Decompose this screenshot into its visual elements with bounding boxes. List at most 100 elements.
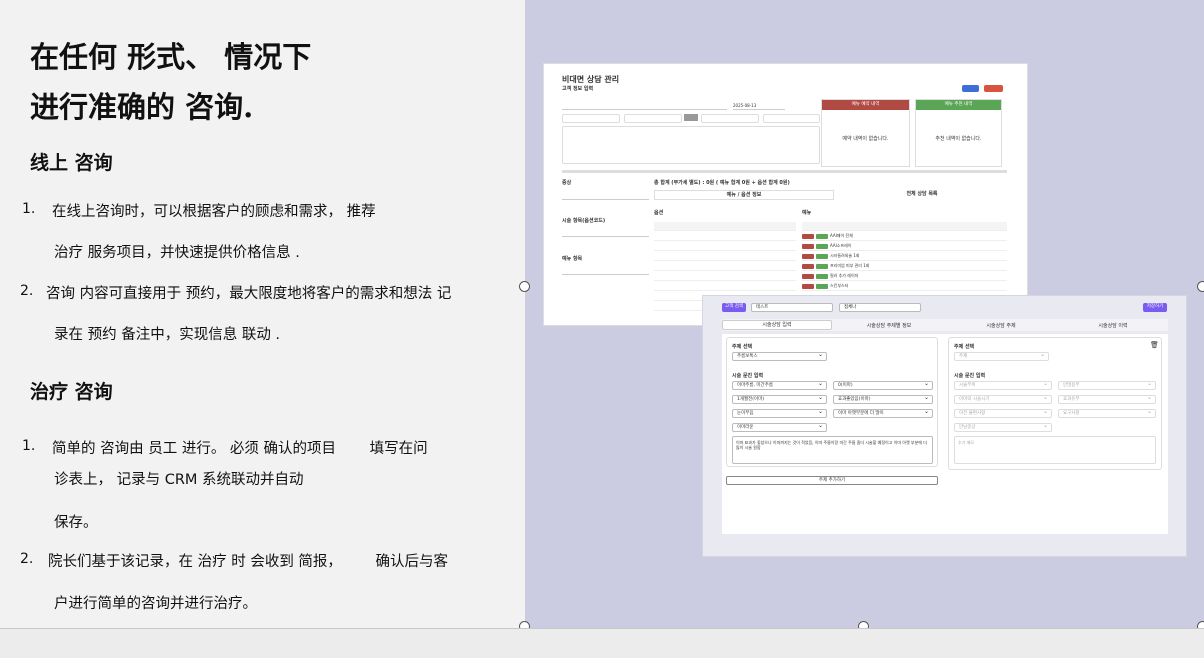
subject-label: 주제 선택 [954,344,975,350]
list-item-text: 户进行简单的咨询并进行治疗。 [54,596,257,612]
row-label: 스킨부스터 [830,283,849,288]
table-row[interactable] [654,232,796,241]
recommend-pill[interactable] [816,233,828,239]
recommend-empty-text: 추천 내역이 없습니다. [935,136,982,142]
tab-bar: 시술상담 입력 시술상담 주제별 정보 시술상담 주제 시술상담 이력 [722,319,1168,331]
question-select[interactable]: 만남증상 [954,422,1052,432]
consult-management-screenshot[interactable]: 비대면 상담 관리 고객 정보 입력 2025-08-13 예뉴 예약 내역 예… [543,63,1028,326]
tab-topic-info[interactable]: 시술상담 주제별 정보 [834,322,944,329]
subject-select[interactable]: 주름보톡스 [732,351,827,361]
input-field[interactable] [562,114,620,123]
divider [562,170,1007,173]
input-field[interactable] [763,114,820,123]
list-item-text: 咨询 内容可直接用于 预约，最大限度地将客户的需求和想法 记 [46,286,452,302]
save-button[interactable] [962,85,979,92]
subject-select[interactable]: 주제 [954,351,1049,361]
table-row[interactable]: 시러들려외술 1회 [802,252,1007,261]
memo-textarea[interactable]: 이마 표과가 좋았으나 이마까지는 것이 적었음, 이마 주름이랑 미간 주름 … [732,436,933,464]
question-select[interactable]: 0(이마) [833,380,933,390]
memo-field[interactable] [562,126,820,164]
total-summary: 총 합계 (부가세 별도) : 0원 ( 예뉴 합계 0원 + 옵션 합계 0원… [654,180,790,186]
table-row[interactable]: 프리미엄 피부 관리 1회 [802,262,1007,271]
content-panel: 주제 선택 주름보톡스 시술 문진 입력 이마주름, 미간주름 0(이마) 1개… [722,334,1168,534]
question-select[interactable]: 이마주름, 미간주름 [732,380,827,390]
row-label: AAI소프레이 [830,243,852,248]
recommend-pill[interactable] [816,243,828,249]
list-item-text: 院长们基于该记录，在 治疗 时 会收到 简报， 确认后与客 [48,554,449,570]
resize-handle[interactable] [519,281,530,292]
table-row[interactable] [654,272,796,281]
consult-input-screenshot[interactable]: 고객 검색 테스트 접체나 저장하기 시술상담 입력 시술상담 주제별 정보 시… [702,295,1187,557]
recommend-pill[interactable] [816,263,828,269]
reserve-pill[interactable] [802,253,814,259]
question-select[interactable]: 이전 불편사항 [954,408,1052,418]
section-online-consult: 线上 咨询 [30,152,113,174]
question-select[interactable]: 시술부위 [954,380,1052,390]
tab-consult-input[interactable]: 시술상담 입력 [722,320,832,330]
add-topic-button[interactable]: 주제 추가하기 [726,476,938,485]
reserve-pill[interactable] [802,243,814,249]
table-row[interactable] [654,282,796,291]
recommend-pill[interactable] [816,283,828,289]
section-treatment-consult: 治疗 咨询 [30,381,113,403]
question-select[interactable]: 1개월전(이마) [732,394,827,404]
reserve-empty-text: 예약 내역이 없습니다. [842,136,889,142]
reserve-pill[interactable] [802,233,814,239]
input-field[interactable] [624,114,682,123]
customer-search-button[interactable]: 고객 검색 [722,303,746,312]
question-label: 시술 문진 입력 [954,373,986,379]
memo-textarea[interactable]: 추가 메모 [954,436,1156,464]
tab-all-consults[interactable]: 전체 상담 목록 [837,190,1007,200]
list-number: 1. [22,201,36,217]
reserve-card: 예뉴 예약 내역 예약 내역이 없습니다. [821,99,910,167]
reserve-pill[interactable] [802,273,814,279]
tab-topic[interactable]: 시술상담 주제 [946,322,1056,329]
trash-icon[interactable]: 🗑 [1150,341,1159,349]
reserve-pill[interactable] [802,263,814,269]
table-row[interactable] [654,262,796,271]
save-button[interactable]: 저장하기 [1143,303,1167,312]
question-select[interactable]: 만많용부 [1058,380,1156,390]
list-number: 2. [20,551,34,567]
menu-select[interactable] [562,267,649,275]
list-number: 1. [22,438,36,454]
manager-select[interactable]: 접체나 [839,303,921,312]
table-row[interactable]: AAI페이 전체 [802,232,1007,241]
recommend-pill[interactable] [816,253,828,259]
tab-history[interactable]: 시술상담 이력 [1058,322,1168,329]
question-select[interactable]: 요구사항 [1058,408,1156,418]
customer-input[interactable]: 테스트 [751,303,833,312]
screen-subtitle: 고객 정보 입력 [562,86,594,92]
date-field[interactable]: 2025-08-13 [733,102,785,110]
recommend-pill[interactable] [816,273,828,279]
reserve-card-header: 예뉴 예약 내역 [822,100,909,110]
delete-button[interactable] [984,85,1003,92]
question-select[interactable]: 효과유무 [1058,394,1156,404]
table-row[interactable]: 필러 추가 레이저 [802,272,1007,281]
table-row[interactable] [654,242,796,251]
reserve-pill[interactable] [802,283,814,289]
side-label: 시술 항목(옵션코드) [562,218,606,224]
input-field[interactable] [701,114,759,123]
resize-handle[interactable] [1197,281,1204,292]
list-item-text: 保存。 [54,515,98,531]
question-select[interactable]: 효과좋았음(이마) [833,394,933,404]
table-row[interactable]: 스킨부스터 [802,282,1007,291]
recommend-card-header: 예뉴 추천 내역 [916,100,1001,110]
symptom-select[interactable] [562,192,649,200]
tab-menu-info[interactable]: 예뉴 / 옵션 정보 [654,190,834,200]
screen-title: 비대면 상담 관리 [562,75,620,84]
table-row[interactable]: AAI소프레이 [802,242,1007,251]
menu-table-title: 예뉴 [802,210,812,216]
question-select[interactable]: 이마 아랫부분에 더 많이 [833,408,933,418]
side-label: 예뉴 항목 [562,256,583,262]
title-line-1: 在任何 形式、 情况下 [30,40,312,74]
table-row[interactable] [654,252,796,261]
question-select[interactable]: 이마라운 [732,422,827,432]
list-item-text: 治疗 服务项目，并快速提供价格信息 . [54,245,300,261]
question-select[interactable]: 눈이부음 [732,408,827,418]
question-select[interactable]: 이마의 시술시기 [954,394,1052,404]
search-button[interactable] [684,114,698,121]
option-select[interactable] [562,229,649,237]
name-field[interactable] [562,102,727,110]
